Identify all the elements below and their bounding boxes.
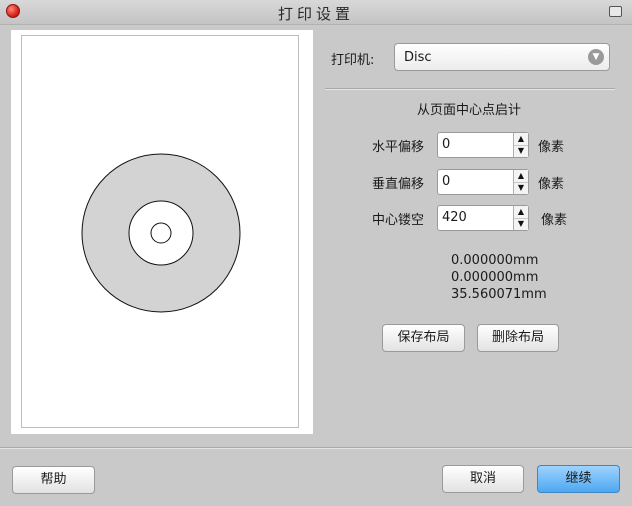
printer-label: 打印机: (331, 53, 375, 68)
disc-preview (81, 153, 241, 313)
horizontal-offset-value: 0 (442, 137, 451, 152)
title-bar: 打印设置 (0, 0, 632, 25)
horizontal-offset-input[interactable]: 0 ▲ ▼ (437, 132, 529, 158)
section-title: 从页面中心点启计 (417, 103, 522, 118)
arrow-down-icon[interactable]: ▼ (514, 182, 528, 194)
arrow-down-icon[interactable]: ▼ (514, 218, 528, 230)
vertical-offset-input[interactable]: 0 ▲ ▼ (437, 169, 529, 195)
mm-center-readout: 35.560071mm (451, 287, 547, 302)
cancel-button[interactable]: 取消 (442, 465, 524, 493)
section-divider (325, 88, 615, 90)
center-hole-input[interactable]: 420 ▲ ▼ (437, 205, 529, 231)
print-preview (11, 30, 313, 434)
continue-button[interactable]: 继续 (537, 465, 620, 493)
spin-buttons: ▲ ▼ (513, 206, 528, 230)
vertical-unit-label: 像素 (538, 177, 565, 192)
arrow-down-icon[interactable]: ▼ (514, 145, 528, 157)
window-title: 打印设置 (277, 5, 354, 23)
mm-vertical-readout: 0.000000mm (451, 270, 539, 285)
vertical-offset-label: 垂直偏移 (372, 177, 425, 192)
center-hole-label: 中心镂空 (372, 213, 425, 228)
center-hole-unit-label: 像素 (541, 213, 568, 228)
chevron-down-icon[interactable]: ▼ (588, 49, 604, 65)
delete-layout-button[interactable]: 删除布局 (477, 324, 559, 352)
save-layout-button[interactable]: 保存布局 (382, 324, 465, 352)
horizontal-offset-label: 水平偏移 (372, 140, 425, 155)
help-button[interactable]: 帮助 (12, 466, 95, 494)
restore-icon[interactable] (609, 6, 622, 17)
spin-buttons: ▲ ▼ (513, 133, 528, 157)
spin-buttons: ▲ ▼ (513, 170, 528, 194)
printer-select[interactable]: Disc ▼ (394, 43, 610, 71)
mm-horizontal-readout: 0.000000mm (451, 253, 539, 268)
horizontal-unit-label: 像素 (538, 140, 565, 155)
center-hole-value: 420 (442, 210, 467, 225)
printer-select-value: Disc (404, 50, 432, 65)
vertical-offset-value: 0 (442, 174, 451, 189)
disc-center-hole (150, 222, 172, 244)
bottom-divider (0, 447, 632, 449)
